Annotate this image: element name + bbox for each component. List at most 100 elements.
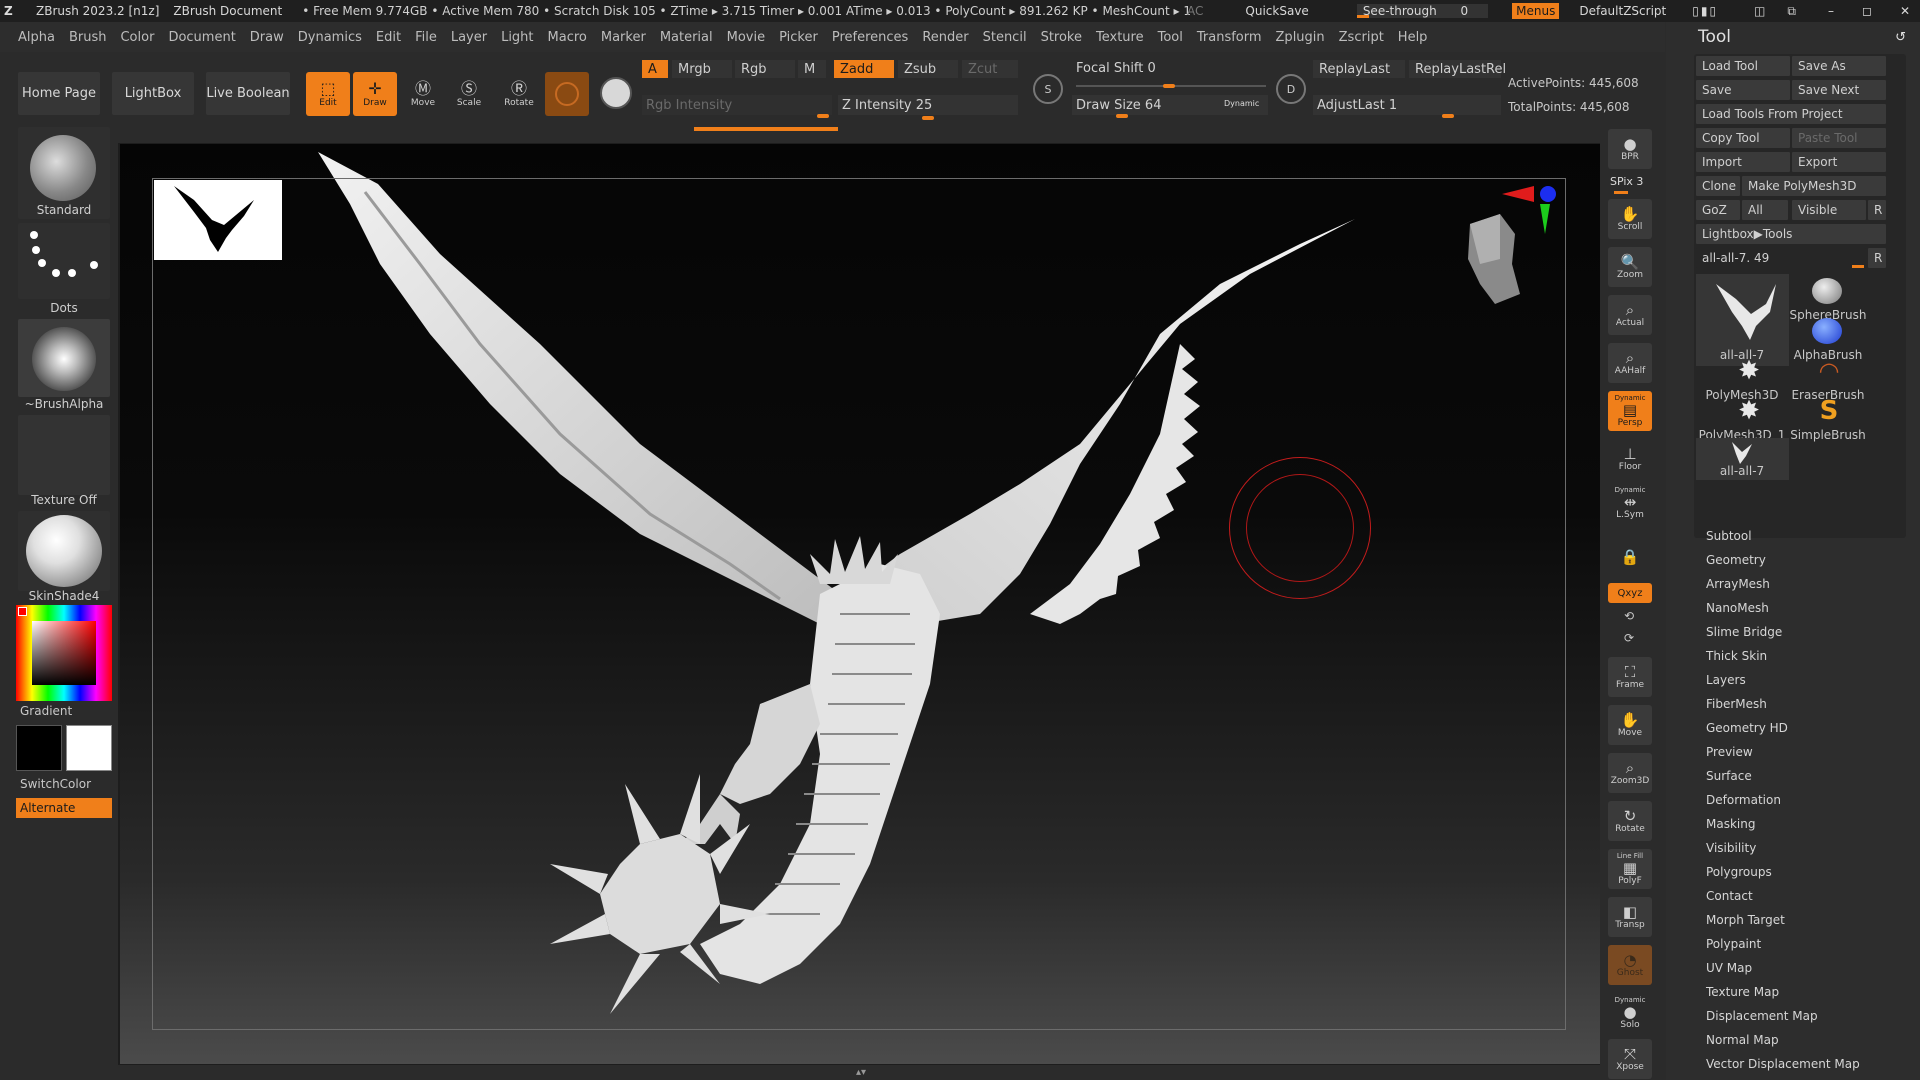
stroke-thumbnail[interactable] <box>18 223 110 299</box>
mrgb-toggle[interactable]: Mrgb <box>672 60 732 78</box>
persp-button[interactable]: Dynamic ▤ Persp <box>1608 391 1652 431</box>
quicksave-button[interactable]: QuickSave <box>1245 4 1308 18</box>
zsub-toggle[interactable]: Zsub <box>898 60 958 78</box>
menu-document[interactable]: Document <box>168 30 235 45</box>
bpr-button[interactable]: ● BPR <box>1608 129 1652 169</box>
replay-last-button[interactable]: ReplayLast <box>1313 60 1405 78</box>
zadd-toggle[interactable]: Zadd <box>834 60 894 78</box>
dynamic-label[interactable]: Dynamic <box>1224 99 1259 108</box>
menu-layer[interactable]: Layer <box>451 30 487 45</box>
edit-mode-button[interactable]: ⬚ Edit <box>306 72 350 116</box>
aahalf-button[interactable]: ⌕ AAHalf <box>1608 343 1652 383</box>
copy-tool-button[interactable]: Copy Tool <box>1696 128 1790 148</box>
subpalette-masking[interactable]: Masking <box>1706 817 1755 831</box>
tool-thumb-eraserbrush[interactable]: ◠ <box>1814 358 1844 384</box>
subpalette-geometry-hd[interactable]: Geometry HD <box>1706 721 1788 735</box>
rgb-intensity-slider[interactable]: Rgb Intensity <box>642 95 832 115</box>
menu-help[interactable]: Help <box>1398 30 1428 45</box>
menu-stencil[interactable]: Stencil <box>983 30 1027 45</box>
mini-thumbnail[interactable] <box>154 180 282 260</box>
menu-color[interactable]: Color <box>120 30 154 45</box>
layout-icon[interactable]: ▯▮▯ <box>1692 4 1718 18</box>
menu-dynamics[interactable]: Dynamics <box>298 30 362 45</box>
export-button[interactable]: Export <box>1792 152 1886 172</box>
live-boolean-button[interactable]: Live Boolean <box>206 72 290 115</box>
draw-mode-button[interactable]: ✛ Draw <box>353 72 397 116</box>
menu-zplugin[interactable]: Zplugin <box>1276 30 1325 45</box>
move-mode-button[interactable]: Ⓜ Move <box>401 72 445 116</box>
xpose-button[interactable]: ⤧ Xpose <box>1608 1039 1652 1079</box>
save-next-button[interactable]: Save Next <box>1792 80 1886 100</box>
a-toggle[interactable]: A <box>642 60 668 78</box>
menu-file[interactable]: File <box>415 30 437 45</box>
rotate-mode-button[interactable]: Ⓡ Rotate <box>497 72 541 116</box>
alternate-button[interactable]: Alternate <box>16 798 112 818</box>
window-minimize-icon[interactable]: – <box>1828 4 1834 18</box>
clone-button[interactable]: Clone <box>1696 176 1740 196</box>
switch-color-button[interactable]: SwitchColor <box>20 777 91 791</box>
save-as-button[interactable]: Save As <box>1792 56 1886 76</box>
primary-color-swatch[interactable] <box>16 725 62 771</box>
load-tool-button[interactable]: Load Tool <box>1696 56 1790 76</box>
menu-stroke[interactable]: Stroke <box>1041 30 1082 45</box>
transp-button[interactable]: ◧ Transp <box>1608 897 1652 937</box>
xyz-button[interactable]: Qxyz <box>1608 583 1652 603</box>
tool-palette-header[interactable]: Tool ↺ <box>1666 24 1920 50</box>
subpalette-vector-displacement-map[interactable]: Vector Displacement Map <box>1706 1057 1860 1071</box>
subpalette-contact[interactable]: Contact <box>1706 889 1753 903</box>
zoom-button[interactable]: 🔍 Zoom <box>1608 247 1652 287</box>
gradient-label[interactable]: Gradient <box>20 704 72 718</box>
menus-button[interactable]: Menus <box>1512 3 1560 19</box>
menu-tool[interactable]: Tool <box>1158 30 1183 45</box>
rotate-z-icon[interactable]: ⟳ <box>1624 631 1634 645</box>
rotate-y-icon[interactable]: ⟲ <box>1624 609 1634 623</box>
subpalette-uv-map[interactable]: UV Map <box>1706 961 1752 975</box>
menu-draw[interactable]: Draw <box>250 30 284 45</box>
floor-button[interactable]: ⊥ Floor <box>1608 439 1652 479</box>
polyf-button[interactable]: Line Fill ▦ PolyF <box>1608 849 1652 889</box>
frame-button[interactable]: ⛶ Frame <box>1608 657 1652 697</box>
ghost-button[interactable]: ◔ Ghost <box>1608 945 1652 985</box>
subpalette-nanomesh[interactable]: NanoMesh <box>1706 601 1769 615</box>
rotate-view-button[interactable]: ↻ Rotate <box>1608 801 1652 841</box>
rgb-toggle[interactable]: Rgb <box>735 60 795 78</box>
dynamic-d-icon[interactable]: D <box>1276 74 1306 104</box>
menu-light[interactable]: Light <box>501 30 533 45</box>
default-zscript-button[interactable]: DefaultZScript <box>1579 4 1666 18</box>
subpalette-polygroups[interactable]: Polygroups <box>1706 865 1772 879</box>
goz-visible-button[interactable]: Visible <box>1792 200 1866 220</box>
tool-thumb-polymesh3d[interactable]: ✸ <box>1734 358 1764 384</box>
lightbox-tools-button[interactable]: Lightbox▶Tools <box>1696 224 1886 244</box>
alpha-thumbnail[interactable] <box>18 319 110 397</box>
m-toggle[interactable]: M <box>798 60 826 78</box>
scale-mode-button[interactable]: Ⓢ Scale <box>447 72 491 116</box>
tool-thumb-spherebrush[interactable] <box>1812 278 1842 304</box>
save-button[interactable]: Save <box>1696 80 1790 100</box>
make-polymesh-button[interactable]: Make PolyMesh3D <box>1742 176 1886 196</box>
menu-transform[interactable]: Transform <box>1197 30 1262 45</box>
actual-button[interactable]: ⌕ Actual <box>1608 295 1652 335</box>
lsym-button[interactable]: Dynamic ⇹ L.Sym <box>1608 483 1652 523</box>
tool-thumb-alphabrush[interactable] <box>1812 318 1842 344</box>
subpalette-texture-map[interactable]: Texture Map <box>1706 985 1779 999</box>
lightbox-button[interactable]: LightBox <box>112 72 194 115</box>
minimize-icon[interactable]: ◫ <box>1754 4 1765 18</box>
z-intensity-slider[interactable]: Z Intensity 25 <box>838 95 1018 115</box>
subpalette-thick-skin[interactable]: Thick Skin <box>1706 649 1767 663</box>
current-tool-r-button[interactable]: R <box>1868 248 1886 268</box>
material-thumbnail[interactable] <box>18 511 110 591</box>
replay-last-rel-button[interactable]: ReplayLastRel <box>1409 60 1506 78</box>
solo-button[interactable]: Dynamic ● Solo <box>1608 993 1652 1033</box>
spix-slider[interactable]: SPix 3 <box>1610 175 1643 188</box>
palette-reset-icon[interactable]: ↺ <box>1895 30 1906 45</box>
menu-material[interactable]: Material <box>660 30 713 45</box>
tool-thumb-simplebrush[interactable]: S <box>1814 398 1844 424</box>
subpalette-polypaint[interactable]: Polypaint <box>1706 937 1761 951</box>
menu-movie[interactable]: Movie <box>727 30 765 45</box>
subpalette-layers[interactable]: Layers <box>1706 673 1746 687</box>
load-from-project-button[interactable]: Load Tools From Project <box>1696 104 1886 124</box>
goz-button[interactable]: GoZ <box>1696 200 1740 220</box>
menu-zscript[interactable]: Zscript <box>1339 30 1384 45</box>
material-swatch[interactable] <box>545 72 589 116</box>
subpalette-normal-map[interactable]: Normal Map <box>1706 1033 1779 1047</box>
